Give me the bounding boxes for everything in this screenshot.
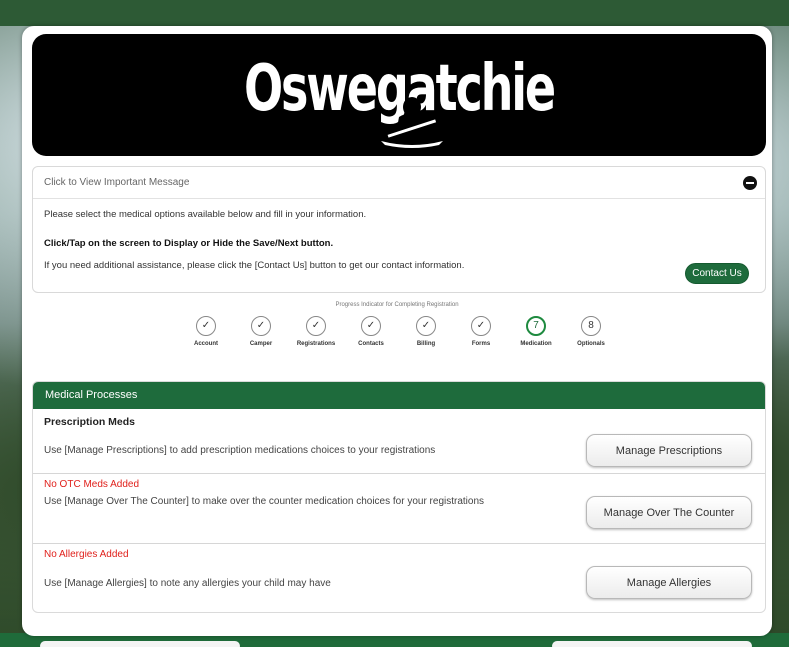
panel-title: Medical Processes	[33, 382, 765, 409]
manage-prescriptions-button[interactable]: Manage Prescriptions	[586, 434, 752, 467]
message-line-save-next: Click/Tap on the screen to Display or Hi…	[44, 238, 334, 249]
section-description: Use [Manage Prescriptions] to add prescr…	[44, 445, 436, 456]
contact-us-button[interactable]: Contact Us	[685, 263, 749, 284]
step-label: Medication	[520, 341, 552, 347]
step-medication[interactable]: 7 Medication	[510, 316, 562, 347]
step-label: Forms	[471, 341, 491, 347]
step-number-pending: 8	[581, 316, 601, 336]
section-prescription-meds: Prescription Meds Use [Manage Prescripti…	[33, 409, 765, 474]
step-optionals[interactable]: 8 Optionals	[565, 316, 617, 347]
manage-allergies-button[interactable]: Manage Allergies	[586, 566, 752, 599]
message-line-assistance: If you need additional assistance, pleas…	[44, 260, 465, 271]
step-camper[interactable]: ✓ Camper	[235, 316, 287, 347]
message-line-instructions: Please select the medical options availa…	[44, 209, 367, 220]
medical-processes-panel: Medical Processes Prescription Meds Use …	[32, 381, 766, 613]
manage-otc-button[interactable]: Manage Over The Counter	[586, 496, 752, 529]
section-otc-meds: No OTC Meds Added Use [Manage Over The C…	[33, 474, 765, 544]
progress-indicator-label: Progress Indicator for Completing Regist…	[335, 302, 459, 308]
status-text-alert: No OTC Meds Added	[44, 479, 140, 490]
important-message-header: Click to View Important Message	[44, 177, 190, 188]
step-check-icon: ✓	[471, 316, 491, 336]
step-account[interactable]: ✓ Account	[180, 316, 232, 347]
section-description: Use [Manage Over The Counter] to make ov…	[44, 496, 485, 507]
step-check-icon: ✓	[251, 316, 271, 336]
progress-steps: ✓ Account ✓ Camper ✓ Registrations ✓ Con…	[180, 316, 620, 356]
important-message-toggle[interactable]: Click to View Important Message	[33, 167, 765, 199]
section-allergies: No Allergies Added Use [Manage Allergies…	[33, 544, 765, 612]
step-check-icon: ✓	[361, 316, 381, 336]
step-billing[interactable]: ✓ Billing	[400, 316, 452, 347]
bottom-nav-tab-right[interactable]	[552, 641, 752, 647]
background-top-band	[0, 0, 789, 26]
section-description: Use [Manage Allergies] to note any aller…	[44, 578, 331, 589]
bottom-nav-tab-left[interactable]	[40, 641, 240, 647]
step-label: Contacts	[358, 341, 384, 347]
step-registrations[interactable]: ✓ Registrations	[290, 316, 342, 347]
step-label: Account	[194, 341, 218, 347]
section-title: Prescription Meds	[44, 416, 136, 428]
main-card: Oswegatchie Click to View Important Mess…	[22, 26, 772, 636]
canoe-silhouette-icon	[381, 97, 443, 148]
step-number-current: 7	[526, 316, 546, 336]
step-label: Optionals	[577, 341, 605, 347]
step-check-icon: ✓	[416, 316, 436, 336]
step-check-icon: ✓	[196, 316, 216, 336]
camp-logo-banner: Oswegatchie	[32, 34, 766, 156]
status-text-alert: No Allergies Added	[44, 549, 129, 560]
step-label: Billing	[416, 341, 436, 347]
step-contacts[interactable]: ✓ Contacts	[345, 316, 397, 347]
collapse-icon[interactable]	[743, 176, 757, 190]
step-label: Camper	[249, 341, 273, 347]
step-check-icon: ✓	[306, 316, 326, 336]
step-forms[interactable]: ✓ Forms	[455, 316, 507, 347]
step-label: Registrations	[296, 341, 336, 347]
important-message-box: Click to View Important Message Please s…	[32, 166, 766, 293]
